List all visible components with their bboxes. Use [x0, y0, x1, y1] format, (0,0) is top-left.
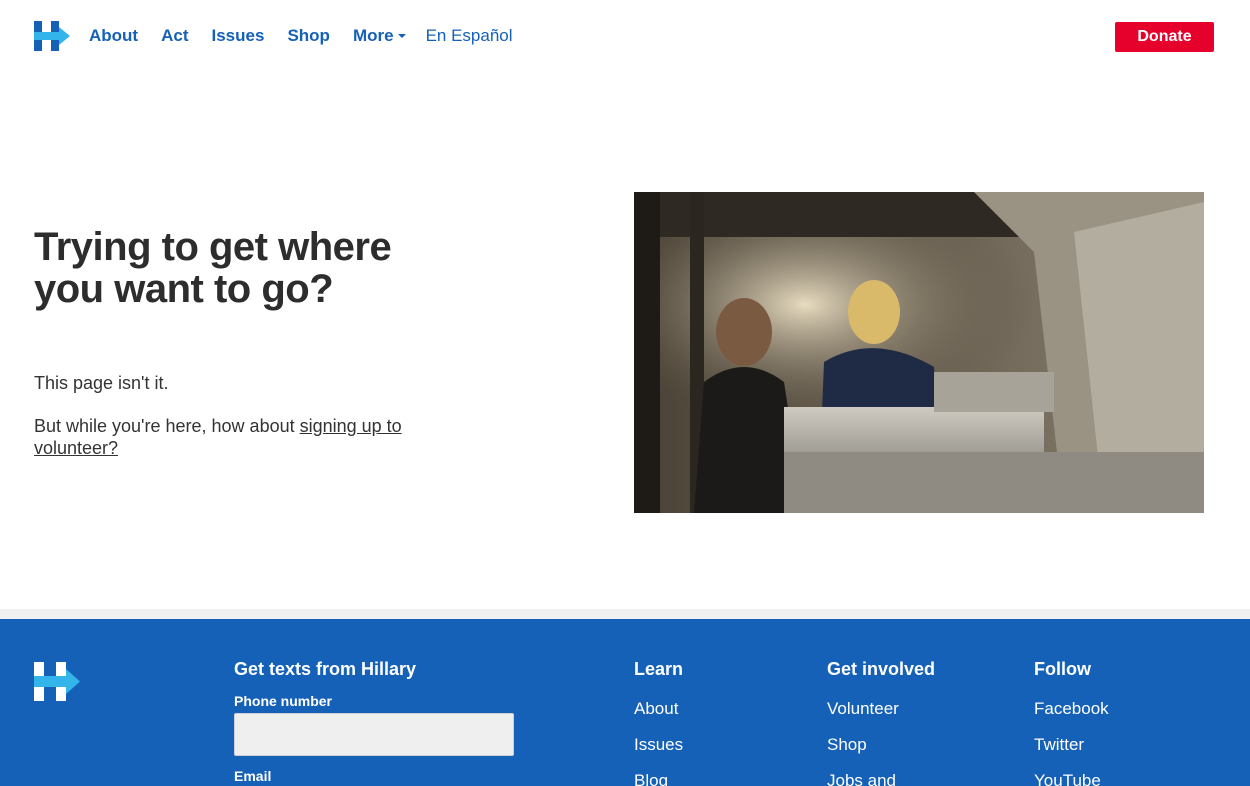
footer-link-shop[interactable]: Shop	[827, 735, 899, 771]
get-involved-links: Volunteer Shop Jobs and	[827, 699, 899, 786]
nav-more[interactable]: More	[353, 26, 406, 46]
get-involved-title: Get involved	[827, 659, 936, 679]
learn-links: About Issues Blog	[634, 699, 683, 786]
donate-button[interactable]: Donate	[1115, 22, 1214, 52]
h-logo-footer-icon[interactable]	[34, 662, 80, 701]
chevron-down-icon	[397, 34, 406, 38]
follow-title: Follow	[1034, 659, 1091, 679]
footer-link-jobs[interactable]: Jobs and	[827, 771, 899, 786]
volunteer-prompt-text: But while you're here, how about	[34, 416, 300, 436]
subway-turnstile-photo	[634, 192, 1204, 513]
page-title: Trying to get where you want to go?	[34, 225, 392, 311]
site-header: About Act Issues Shop More En Español Do…	[0, 0, 1250, 74]
footer-link-twitter[interactable]: Twitter	[1034, 735, 1109, 771]
main-nav: About Act Issues Shop More En Español	[89, 26, 536, 46]
follow-links: Facebook Twitter YouTube	[1034, 699, 1109, 786]
footer-link-youtube[interactable]: YouTube	[1034, 771, 1109, 786]
footer-link-about[interactable]: About	[634, 699, 683, 735]
phone-label: Phone number	[234, 693, 333, 709]
not-found-message: This page isn't it.	[34, 373, 169, 393]
nav-shop[interactable]: Shop	[287, 26, 330, 46]
nav-act[interactable]: Act	[161, 26, 188, 46]
site-footer: Get texts from Hillary Phone number Emai…	[0, 619, 1250, 786]
nav-more-label: More	[352, 26, 394, 45]
footer-link-facebook[interactable]: Facebook	[1034, 699, 1109, 735]
footer-link-issues[interactable]: Issues	[634, 735, 683, 771]
phone-input[interactable]	[234, 713, 514, 756]
footer-link-volunteer[interactable]: Volunteer	[827, 699, 899, 735]
texts-signup-title: Get texts from Hillary	[234, 659, 417, 679]
email-label: Email	[234, 768, 272, 784]
photo-illustration	[634, 192, 1204, 513]
nav-issues[interactable]: Issues	[212, 26, 265, 46]
footer-link-blog[interactable]: Blog	[634, 771, 683, 786]
footer-divider	[0, 609, 1250, 619]
nav-about[interactable]: About	[89, 26, 138, 46]
learn-title: Learn	[634, 659, 684, 679]
nav-spanish[interactable]: En Español	[426, 26, 513, 46]
h-logo-icon[interactable]	[34, 21, 70, 51]
volunteer-prompt: But while you're here, how about signing…	[34, 415, 414, 459]
